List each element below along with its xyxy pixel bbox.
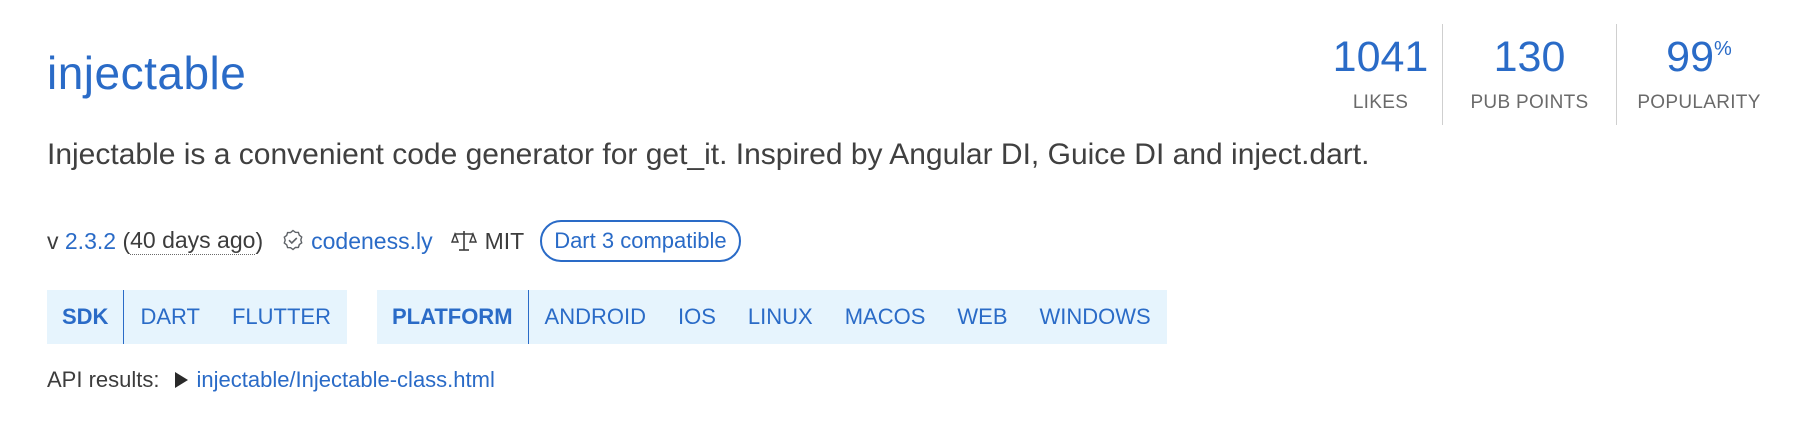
- publisher-link[interactable]: codeness.ly: [311, 228, 432, 255]
- api-results: API results: injectable/Injectable-class…: [47, 367, 495, 393]
- pub-points-label: PUB POINTS: [1470, 92, 1589, 113]
- likes-label: LIKES: [1352, 92, 1409, 113]
- version-link[interactable]: 2.3.2: [65, 228, 116, 255]
- sdk-tag-group: SDK DART FLUTTER: [47, 290, 347, 344]
- package-title[interactable]: injectable: [47, 46, 246, 100]
- version-prefix: v: [47, 227, 59, 254]
- metric-likes[interactable]: 1041 LIKES: [1333, 24, 1442, 125]
- metric-pub-points[interactable]: 130 PUB POINTS: [1442, 24, 1616, 125]
- tag-flutter[interactable]: FLUTTER: [216, 290, 347, 344]
- pub-points-value: 130: [1493, 33, 1566, 81]
- score-metrics: 1041 LIKES 130 PUB POINTS 99% POPULARITY: [1333, 24, 1767, 125]
- tag-linux[interactable]: LINUX: [732, 290, 829, 344]
- publish-age: 40 days ago: [130, 227, 256, 255]
- api-result-link[interactable]: injectable/Injectable-class.html: [196, 367, 494, 393]
- platform-tag-group: PLATFORM ANDROID IOS LINUX MACOS WEB WIN…: [376, 290, 1167, 344]
- age-open-paren: (: [122, 227, 131, 254]
- tag-android[interactable]: ANDROID: [529, 290, 662, 344]
- popularity-value: 99%: [1666, 33, 1732, 81]
- tag-web[interactable]: WEB: [941, 290, 1023, 344]
- popularity-percent-sign: %: [1714, 38, 1732, 60]
- tag-windows[interactable]: WINDOWS: [1024, 290, 1167, 344]
- package-meta: v 2.3.2 (40 days ago) codeness.ly MIT Da…: [47, 217, 741, 265]
- package-description: Injectable is a convenient code generato…: [47, 138, 1370, 171]
- scale-balance-icon: [450, 229, 477, 253]
- popularity-label: POPULARITY: [1637, 92, 1761, 113]
- api-results-label: API results:: [47, 367, 160, 392]
- likes-value: 1041: [1332, 33, 1429, 81]
- verified-publisher-icon: [281, 229, 305, 253]
- sdk-tag-label[interactable]: SDK: [47, 290, 125, 344]
- tag-macos[interactable]: MACOS: [829, 290, 942, 344]
- age-close-paren: ): [255, 227, 264, 254]
- license-label: MIT: [484, 227, 525, 254]
- package-tags: SDK DART FLUTTER PLATFORM ANDROID IOS LI…: [47, 290, 1197, 344]
- dart3-compatible-badge[interactable]: Dart 3 compatible: [540, 220, 741, 262]
- tag-ios[interactable]: IOS: [662, 290, 732, 344]
- metric-popularity[interactable]: 99% POPULARITY: [1616, 24, 1767, 125]
- package-header: injectable 1041 LIKES 130 PUB POINTS 99%…: [47, 0, 1767, 424]
- tag-dart[interactable]: DART: [124, 290, 216, 344]
- platform-tag-label[interactable]: PLATFORM: [377, 290, 529, 344]
- triangle-right-icon[interactable]: [175, 372, 189, 388]
